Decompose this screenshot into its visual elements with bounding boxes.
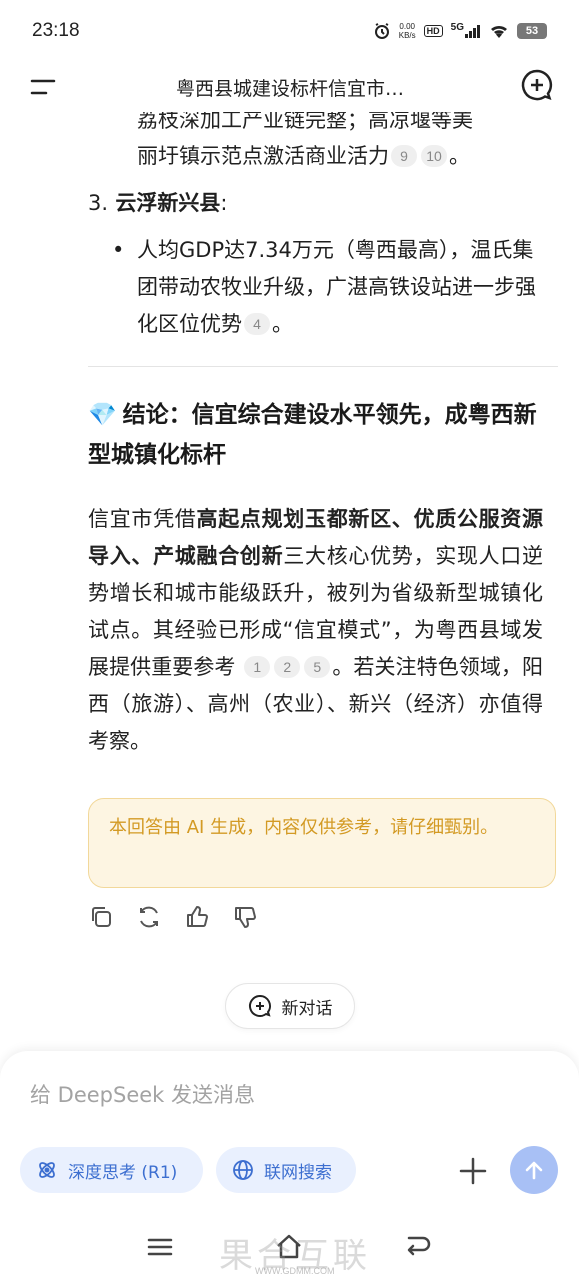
send-button[interactable]: [510, 1146, 558, 1194]
globe-icon: [233, 1160, 253, 1180]
list-colon: :: [220, 191, 228, 215]
regenerate-icon[interactable]: [136, 904, 162, 930]
bullet-text-block: 人均GDP达7.34万元（粤西最高），温氏集团带动农牧业升级，广湛高铁设站进一步…: [137, 232, 547, 343]
watermark-url: WWW.GDMM.COM: [255, 1266, 335, 1276]
clock: 23:18: [32, 20, 80, 41]
recent-apps-icon[interactable]: [145, 1232, 175, 1262]
conclusion-heading-text: 结论：信宜综合建设水平领先，成粤西新型城镇化标杆: [88, 402, 537, 468]
signal-bars-icon: [465, 25, 480, 38]
gem-icon: 💎: [88, 402, 117, 428]
web-search-toggle[interactable]: 联网搜索: [216, 1147, 356, 1193]
section-divider: [88, 366, 558, 367]
net-speed-value: 0.00: [399, 22, 415, 31]
citation-badge[interactable]: 10: [421, 145, 447, 167]
page-title: 粤西县城建设标杆信宜市…: [175, 77, 404, 100]
deep-think-toggle[interactable]: 深度思考 (R1): [20, 1147, 203, 1193]
message-input[interactable]: [30, 1075, 530, 1115]
sentence-end: 。: [449, 144, 470, 168]
alarm-icon: [374, 23, 389, 39]
composer: 深度思考 (R1) 联网搜索 果合互联 WWW.GDMM.COM: [0, 1051, 579, 1280]
system-nav-bar: 果合互联 WWW.GDMM.COM: [0, 1226, 579, 1280]
citation-badge[interactable]: 4: [244, 313, 270, 335]
sentence-end: 。: [272, 312, 293, 336]
arrow-up-icon: [525, 1161, 543, 1180]
hd-badge: HD: [423, 25, 443, 37]
new-chat-button[interactable]: 新对话: [225, 983, 355, 1029]
list-number: 3.: [88, 191, 109, 215]
conclusion-body: 信宜市凭借高起点规划玉都新区、优质公服资源导入、产城融合创新三大核心优势，实现人…: [88, 501, 543, 760]
citation-badge[interactable]: 2: [274, 656, 301, 678]
battery-icon: 53: [517, 23, 547, 39]
previous-item-line-2: 丽圩镇示范点激活商业活力 9 10。: [137, 139, 470, 173]
network-type: 5G: [450, 22, 464, 33]
status-bar: 23:18 0.00 KB/s HD 5G 53: [0, 0, 579, 62]
menu-icon[interactable]: [28, 72, 58, 102]
cell-signal-icon: 5G: [450, 22, 481, 38]
bullet-text: 人均GDP达7.34万元（粤西最高），温氏集团带动农牧业升级，广湛高铁设站进一步…: [137, 238, 536, 336]
new-chat-label: 新对话: [281, 998, 333, 1019]
thumbs-down-icon[interactable]: [232, 904, 258, 930]
copy-icon[interactable]: [88, 904, 114, 930]
conclusion-heading: 💎 结论：信宜综合建设水平领先，成粤西新型城镇化标杆: [88, 395, 558, 475]
web-search-label: 联网搜索: [264, 1162, 332, 1183]
bullet-dot: •: [112, 238, 125, 262]
app-header: 粤西县城建设标杆信宜市…: [0, 62, 579, 112]
wifi-icon: [491, 25, 507, 38]
back-icon[interactable]: [403, 1232, 433, 1262]
net-speed-unit: KB/s: [398, 31, 416, 40]
conversation-area: 荔枝深加工产业链完整；高凉堰等美 丽圩镇示范点激活商业活力 9 10。 3. 云浮新…: [0, 0, 579, 1050]
status-icons: 0.00 KB/s HD 5G 53: [373, 22, 547, 40]
previous-item-text: 丽圩镇示范点激活商业活力: [137, 144, 389, 168]
thumbs-up-icon[interactable]: [184, 904, 210, 930]
message-actions: [88, 904, 258, 930]
list-title: 云浮新兴县: [115, 191, 221, 215]
conclusion-prefix: 信宜市凭借: [88, 507, 197, 531]
citation-badge[interactable]: 1: [244, 656, 271, 678]
citation-badge[interactable]: 5: [304, 656, 331, 678]
deep-think-label: 深度思考 (R1): [68, 1162, 178, 1183]
attach-plus-icon[interactable]: [456, 1154, 490, 1188]
chat-plus-icon: [248, 994, 271, 1017]
ai-disclaimer: 本回答由 AI 生成，内容仅供参考，请仔细甄别。: [88, 798, 556, 888]
list-item-3-title: 3. 云浮新兴县:: [88, 185, 227, 221]
net-speed: 0.00 KB/s: [399, 22, 416, 40]
citation-badge[interactable]: 9: [391, 145, 417, 167]
new-chat-icon[interactable]: [520, 68, 554, 102]
atom-icon: [39, 1162, 55, 1178]
